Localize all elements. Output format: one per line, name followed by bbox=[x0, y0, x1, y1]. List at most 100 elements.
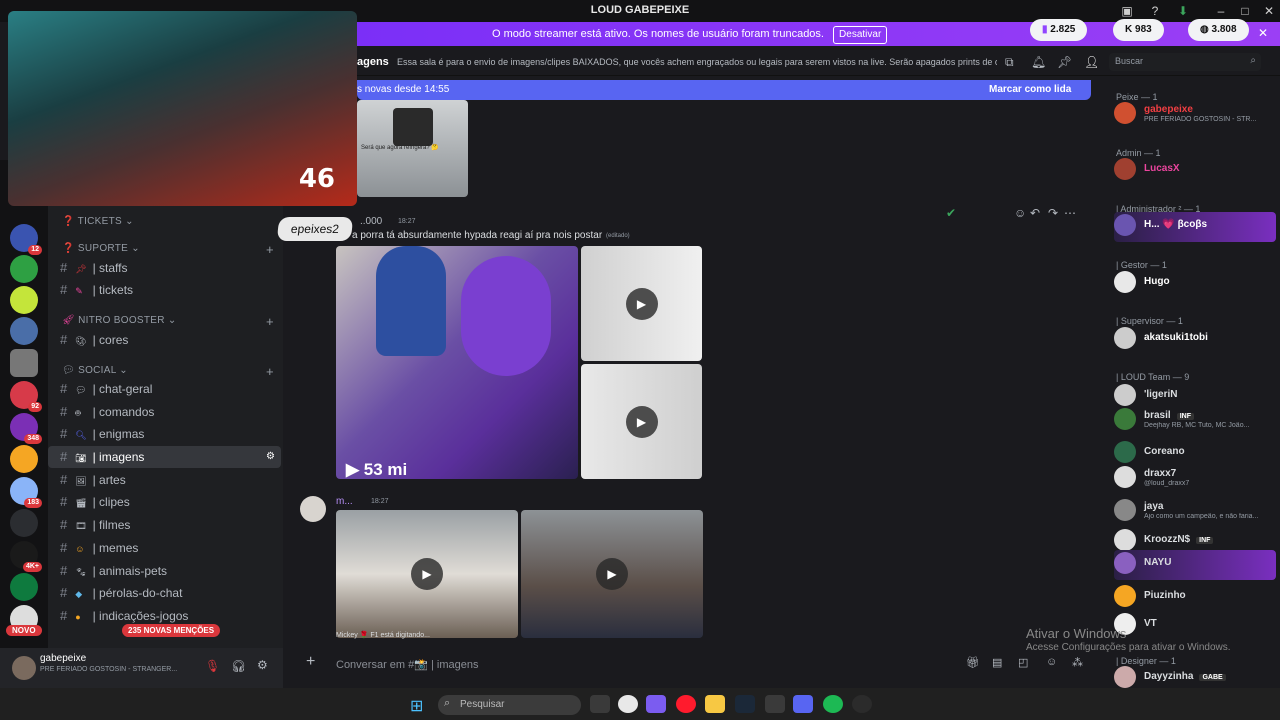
inbox-icon[interactable]: ▣ bbox=[1118, 2, 1136, 20]
download-icon[interactable]: ⬇ bbox=[1174, 2, 1192, 20]
disable-streamer-button[interactable]: Desativar bbox=[833, 26, 888, 44]
channel-perolas[interactable]: # ◆ | pérolas-do-chat bbox=[48, 582, 318, 604]
avatar[interactable] bbox=[1114, 214, 1136, 236]
server-icon[interactable] bbox=[10, 445, 38, 473]
add-channel-icon[interactable]: + bbox=[266, 242, 274, 257]
avatar[interactable] bbox=[1114, 271, 1136, 293]
add-channel-icon[interactable]: + bbox=[266, 364, 274, 379]
apps-icon[interactable]: ⁂ bbox=[1072, 656, 1083, 669]
channel-enigmas[interactable]: # 🔍︎ | enigmas bbox=[48, 423, 318, 445]
member-row[interactable]: NAYU bbox=[1114, 550, 1276, 580]
pin-icon[interactable]: 📌︎ bbox=[1057, 55, 1072, 69]
reply-icon[interactable]: ↶ bbox=[1030, 206, 1040, 220]
member-row[interactable]: Piuzinho bbox=[1114, 583, 1276, 613]
channel-filmes[interactable]: # 🎞︎ | filmes bbox=[48, 514, 318, 536]
member-row[interactable]: brasil INF Deejhay RB, MC Tuto, MC João... bbox=[1114, 406, 1276, 436]
more-icon[interactable]: ⋯ bbox=[1064, 206, 1076, 220]
members-icon[interactable]: 👤︎ bbox=[1084, 55, 1099, 69]
server-icon[interactable]: 183 bbox=[10, 477, 42, 508]
play-icon[interactable]: ▶ bbox=[411, 558, 443, 590]
mark-as-read-button[interactable]: Marcar como lida bbox=[989, 84, 1071, 95]
channel-cores[interactable]: # 🎨︎ | cores bbox=[48, 329, 318, 351]
channel-clipes[interactable]: # 🎬︎ | clipes bbox=[48, 491, 318, 513]
play-icon[interactable]: ▶ bbox=[625, 287, 658, 320]
server-icon[interactable] bbox=[10, 573, 38, 601]
obs-icon[interactable] bbox=[852, 695, 872, 713]
threads-icon[interactable]: ⧉ bbox=[1005, 55, 1014, 70]
app-icon[interactable] bbox=[765, 695, 785, 713]
channel-artes[interactable]: # 🖼︎ | artes bbox=[48, 469, 318, 491]
video-attachment[interactable]: ▶ bbox=[581, 364, 702, 479]
member-row[interactable]: Hugo bbox=[1114, 269, 1276, 299]
taskbar-search[interactable]: Pesquisar bbox=[438, 695, 581, 715]
mic-muted-icon[interactable]: 🎙︎ bbox=[205, 659, 220, 673]
member-row[interactable]: H... 💗 βcoβs bbox=[1114, 212, 1276, 242]
category-social[interactable]: 💬︎ SOCIAL ⌄ bbox=[62, 365, 128, 376]
spotify-icon[interactable] bbox=[823, 695, 843, 713]
category-tickets[interactable]: ❓ TICKETS ⌄ bbox=[62, 216, 134, 227]
new-mentions-badge[interactable]: 235 NOVAS MENÇÕES bbox=[122, 624, 221, 637]
avatar[interactable] bbox=[1114, 529, 1136, 551]
bell-icon[interactable]: 🔔︎ bbox=[1031, 55, 1046, 69]
member-row[interactable]: VT bbox=[1114, 611, 1276, 641]
avatar[interactable] bbox=[1114, 102, 1136, 124]
server-icon[interactable]: 12 bbox=[10, 224, 42, 255]
video-attachment[interactable]: ▶ bbox=[521, 510, 703, 638]
video-attachment-main[interactable]: ▶ 53 mi bbox=[336, 246, 578, 479]
play-icon[interactable]: ▶ bbox=[596, 558, 628, 590]
message-author[interactable]: m... bbox=[336, 496, 353, 507]
category-nitro[interactable]: 🚀︎ NITRO BOOSTER ⌄ bbox=[62, 315, 177, 326]
close-icon[interactable]: ✕ bbox=[1260, 2, 1278, 20]
channel-memes[interactable]: # ☺ | memes bbox=[48, 537, 318, 559]
headphones-icon[interactable]: 🎧︎ bbox=[231, 659, 246, 673]
opera-icon[interactable] bbox=[676, 695, 696, 713]
avatar[interactable] bbox=[1114, 499, 1136, 521]
video-attachment[interactable]: ▶ bbox=[581, 246, 702, 361]
server-icon[interactable] bbox=[10, 509, 38, 537]
maximize-icon[interactable]: □ bbox=[1236, 2, 1254, 20]
channel-animais-pets[interactable]: # 🐾︎ | animais-pets bbox=[48, 560, 318, 582]
server-icon[interactable] bbox=[10, 317, 38, 345]
settings-gear-icon[interactable]: ⚙ bbox=[266, 446, 275, 468]
avatar[interactable] bbox=[1114, 466, 1136, 488]
add-channel-icon[interactable]: + bbox=[266, 314, 274, 329]
check-reaction-icon[interactable]: ✔ bbox=[946, 206, 956, 220]
channel-tickets[interactable]: # ✎ | tickets bbox=[48, 279, 318, 301]
forward-icon[interactable]: ↷ bbox=[1048, 206, 1058, 220]
folder-icon[interactable] bbox=[705, 695, 725, 713]
gift-icon[interactable]: 🎁︎ bbox=[966, 656, 980, 669]
channel-topic[interactable]: Essa sala é para o envio de imagens/clip… bbox=[397, 57, 997, 67]
avatar[interactable] bbox=[1114, 666, 1136, 688]
task-view-icon[interactable] bbox=[590, 695, 610, 713]
avatar[interactable] bbox=[1114, 327, 1136, 349]
minimize-icon[interactable]: – bbox=[1212, 2, 1230, 20]
avatar[interactable] bbox=[1114, 408, 1136, 430]
avatar[interactable] bbox=[1114, 552, 1136, 574]
emoji-picker-icon[interactable]: ☺ bbox=[1046, 656, 1057, 668]
steam-icon[interactable] bbox=[735, 695, 755, 713]
member-row[interactable]: jaya Ajo como um campeão, e não faria... bbox=[1114, 497, 1276, 527]
app-icon[interactable] bbox=[618, 695, 638, 713]
member-row[interactable]: akatsuki1tobi bbox=[1114, 325, 1276, 355]
video-attachment[interactable]: ▶ bbox=[336, 510, 518, 638]
message-composer[interactable]: + Conversar em #📸 | imagens 🎁︎ ▤ ◰ ☺ ⁂ bbox=[300, 650, 1095, 678]
image-attachment[interactable]: Será que agora refrigera? 🤔 bbox=[357, 100, 468, 197]
channel-comandos[interactable]: # 🤖︎ | comandos bbox=[48, 401, 318, 423]
avatar[interactable] bbox=[1114, 585, 1136, 607]
category-suporte[interactable]: ❓ SUPORTE ⌄ bbox=[62, 243, 140, 254]
avatar[interactable] bbox=[1114, 441, 1136, 463]
banner-close-icon[interactable]: ✕ bbox=[1254, 24, 1272, 42]
avatar[interactable] bbox=[1114, 158, 1136, 180]
server-icon[interactable] bbox=[10, 255, 38, 283]
member-row[interactable]: LucasX bbox=[1114, 156, 1276, 186]
new-badge[interactable]: NOVO bbox=[6, 625, 42, 636]
member-row[interactable]: draxx7 @loud_draxx7 bbox=[1114, 464, 1276, 494]
windows-start-icon[interactable]: ⊞ bbox=[410, 696, 423, 716]
copilot-icon[interactable] bbox=[646, 695, 666, 713]
channel-chat-geral[interactable]: # 💬︎ | chat-geral bbox=[48, 378, 318, 400]
attach-plus-icon[interactable]: + bbox=[306, 653, 315, 671]
user-name[interactable]: gabepeixe bbox=[40, 653, 86, 664]
emoji-icon[interactable]: ☺ bbox=[1014, 206, 1026, 220]
discord-icon[interactable] bbox=[793, 695, 813, 713]
channel-imagens[interactable]: # 📷︎ | imagens ⚙ bbox=[48, 446, 281, 468]
